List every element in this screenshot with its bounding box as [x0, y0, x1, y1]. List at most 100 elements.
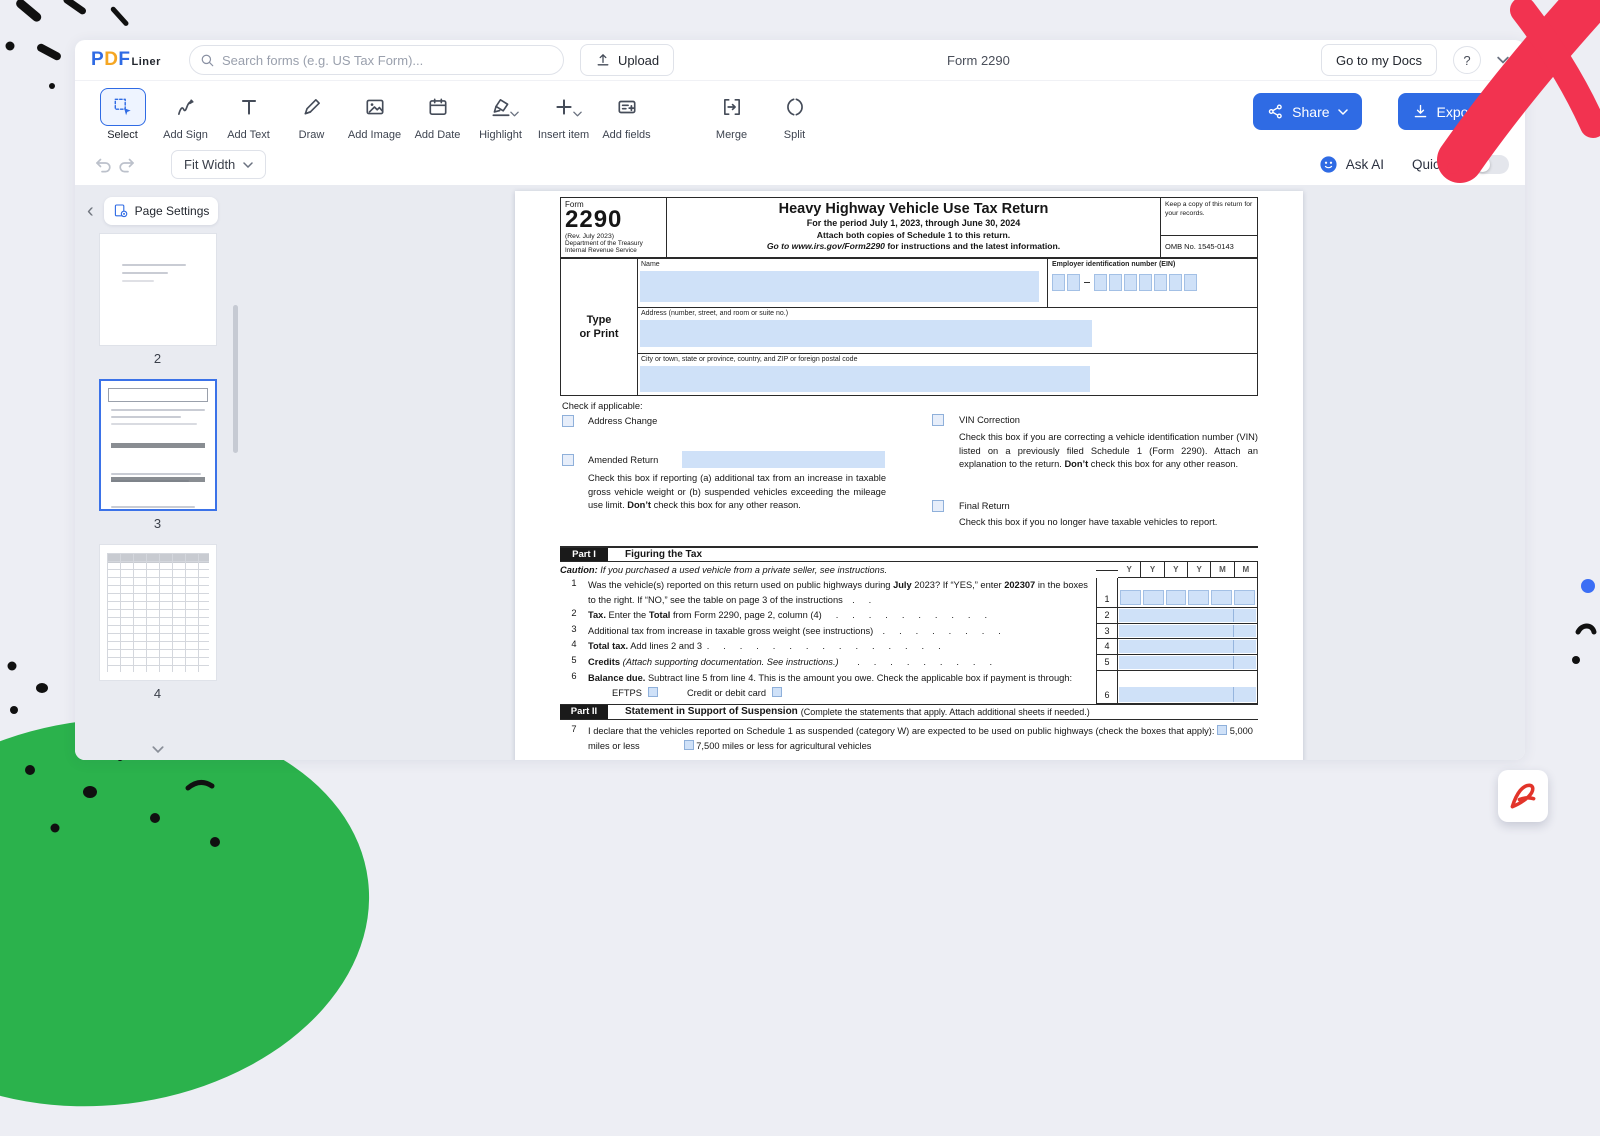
form-title-block: Heavy Highway Vehicle Use Tax Return For… [667, 198, 1161, 257]
tool-label: Add Image [348, 129, 401, 141]
redo-button[interactable] [115, 153, 139, 177]
address-change-checkbox[interactable] [562, 415, 574, 427]
merge-icon [721, 88, 743, 126]
mileage-5000-checkbox[interactable] [1217, 725, 1227, 735]
dots-left-side [0, 640, 70, 730]
tool-draw[interactable]: Draw [280, 88, 343, 141]
line-3-amount-field[interactable] [1119, 625, 1256, 638]
tool-split[interactable]: Split [763, 88, 826, 141]
tool-highlight[interactable]: Highlight [469, 88, 532, 141]
tool-add-date[interactable]: Add Date [406, 88, 469, 141]
go-to-my-docs-button[interactable]: Go to my Docs [1321, 44, 1437, 76]
ein-dash [1084, 282, 1090, 284]
export-button[interactable]: Export [1398, 93, 1509, 130]
pen-icon [301, 88, 323, 126]
chevron-down-icon[interactable] [573, 104, 582, 122]
form-id-block: Form 2290 (Rev. July 2023) Department of… [561, 198, 667, 257]
search-bar[interactable] [189, 45, 564, 75]
sidebar-scrollbar[interactable] [233, 305, 238, 453]
keep-copy-note: Keep a copy of this return for your reco… [1161, 198, 1257, 236]
scroll-down-chevron-icon[interactable] [152, 740, 164, 758]
line-2-box-number: 2 [1096, 608, 1118, 624]
tool-label: Add Sign [163, 129, 208, 141]
address-cell: Address (number, street, and room or sui… [638, 308, 1257, 354]
check-if-applicable-label: Check if applicable: [562, 400, 643, 414]
part2-subtitle: (Complete the statements that apply. Att… [801, 707, 1090, 717]
ein-boxes[interactable] [1052, 274, 1253, 291]
editing-toolbar: Select Add Sign Add Text Draw Add Image … [75, 80, 1525, 144]
share-label: Share [1292, 104, 1329, 120]
line-4-text: Total tax. Add lines 2 and 3 . . . . . .… [588, 639, 1096, 655]
account-chevron-down-icon[interactable] [1497, 56, 1509, 64]
line-2-amount-field[interactable] [1119, 609, 1256, 622]
share-button[interactable]: Share [1253, 93, 1361, 130]
final-return-checkbox[interactable] [932, 500, 944, 512]
help-button[interactable]: ? [1453, 46, 1481, 74]
name-cell: Name [638, 259, 1047, 307]
signature-icon [175, 88, 197, 126]
zoom-dropdown[interactable]: Fit Width [171, 150, 266, 179]
page-thumbnail-2[interactable] [99, 233, 217, 346]
pdf-file-badge [1498, 770, 1548, 822]
tool-label: Select [107, 129, 138, 141]
tool-add-fields[interactable]: Add fields [595, 88, 658, 141]
collapse-sidebar-button[interactable]: ‹ [85, 201, 96, 221]
zoom-value: Fit Width [184, 157, 235, 172]
part1-table: Caution: If you purchased a used vehicle… [560, 562, 1258, 704]
eftps-checkbox[interactable] [648, 687, 658, 697]
search-icon [200, 53, 215, 68]
mileage-7500-checkbox[interactable] [684, 740, 694, 750]
part2-title: Statement in Support of Suspension [625, 706, 798, 717]
vin-correction-checkbox[interactable] [932, 414, 944, 426]
tool-label: Add Date [415, 129, 461, 141]
date-entry-boxes[interactable] [1120, 590, 1255, 605]
document-title: Form 2290 [947, 53, 1010, 68]
address-input-field[interactable] [640, 320, 1092, 347]
tool-add-text[interactable]: Add Text [217, 88, 280, 141]
ein-label: Employer identification number (EIN) [1052, 261, 1253, 268]
line-6-amount-field[interactable] [1119, 687, 1256, 702]
tool-merge[interactable]: Merge [700, 88, 763, 141]
quick-fill-toggle[interactable] [1473, 155, 1509, 174]
page-settings-button[interactable]: Page Settings [104, 197, 219, 225]
line-4-row: 4 Total tax. Add lines 2 and 3 . . . . .… [560, 639, 1258, 655]
city-input-field[interactable] [640, 366, 1090, 392]
form-department: Department of the Treasury [565, 240, 662, 247]
ask-ai-button[interactable]: Ask AI [1319, 155, 1384, 174]
line-1-row: 1 Was the vehicle(s) reported on this re… [560, 578, 1258, 608]
header-right: Go to my Docs ? [1321, 44, 1509, 76]
final-return-description: Check this box if you no longer have tax… [959, 516, 1251, 530]
line-2-row: 2 Tax. Enter the Total from Form 2290, p… [560, 608, 1258, 624]
upload-button[interactable]: Upload [580, 44, 674, 76]
line-4-amount-field[interactable] [1119, 640, 1256, 653]
pdfliner-logo[interactable]: PDFLiner [91, 49, 161, 71]
credit-card-checkbox[interactable] [772, 687, 782, 697]
sidebar-header: ‹ Page Settings [75, 185, 240, 233]
pdfliner-app-window: PDFLiner Upload Form 2290 Go to my Docs … [75, 40, 1525, 760]
export-label: Export [1437, 104, 1477, 120]
part1-title: Figuring the Tax [625, 548, 702, 561]
tool-insert-item[interactable]: Insert item [532, 88, 595, 141]
mileage-7500-label: 7,500 miles or less for agricultural veh… [696, 741, 871, 751]
tool-add-sign[interactable]: Add Sign [154, 88, 217, 141]
view-toolbar-right: Ask AI Quick fill [1319, 155, 1509, 174]
chevron-down-icon[interactable] [510, 104, 519, 122]
undo-button[interactable] [91, 153, 115, 177]
search-input[interactable] [222, 53, 553, 68]
line-7-text: I declare that the vehicles reported on … [588, 724, 1258, 754]
name-input-field[interactable] [640, 271, 1039, 302]
tool-select[interactable]: Select [91, 88, 154, 141]
line-4-amount [1118, 639, 1258, 655]
quick-fill-control: Quick fill [1412, 155, 1509, 174]
amended-return-checkbox[interactable] [562, 454, 574, 466]
tool-add-image[interactable]: Add Image [343, 88, 406, 141]
page-thumbnail-3[interactable] [99, 379, 217, 511]
amended-return-input-field[interactable] [682, 451, 885, 468]
vin-correction-description: Check this box if you are correcting a v… [959, 431, 1258, 472]
form-omb-block: Keep a copy of this return for your reco… [1161, 198, 1257, 257]
line-5-amount-field[interactable] [1119, 656, 1256, 669]
dots-right-middle [1530, 560, 1600, 690]
page-thumbnail-4[interactable] [99, 544, 217, 681]
tool-label: Split [784, 129, 805, 141]
ask-ai-label: Ask AI [1346, 157, 1384, 172]
